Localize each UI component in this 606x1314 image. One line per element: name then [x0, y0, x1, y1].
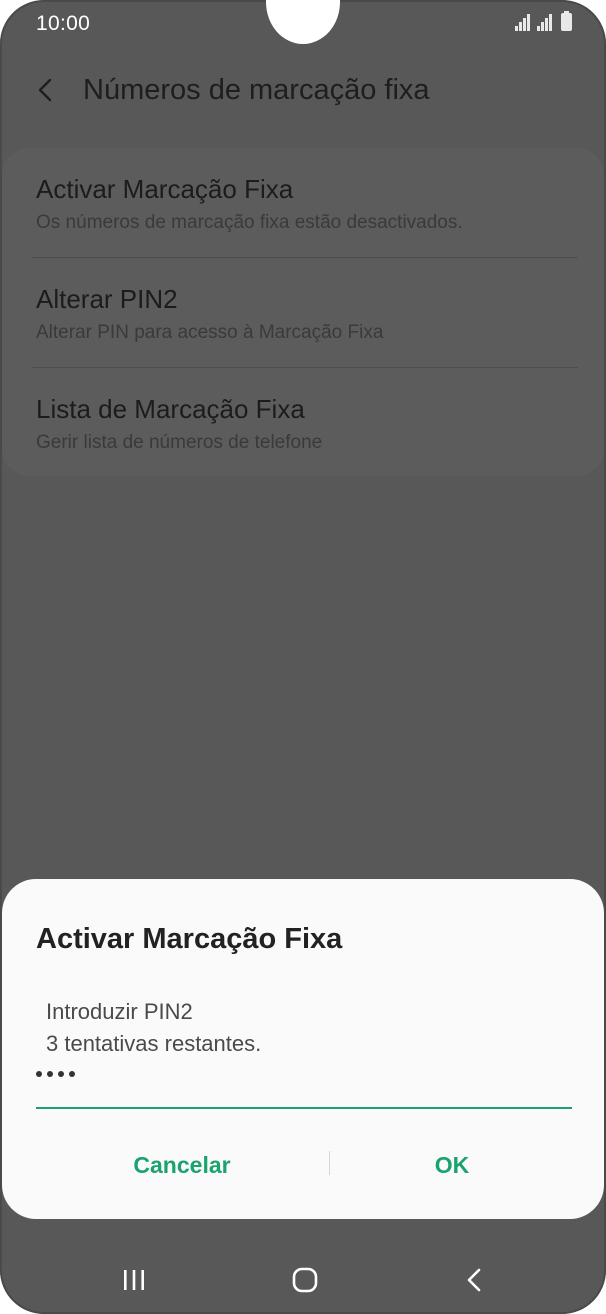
nav-back-icon[interactable]: [460, 1264, 490, 1296]
setting-activate-fdn[interactable]: Activar Marcação Fixa Os números de marc…: [36, 148, 576, 258]
pin-dot: [58, 1071, 64, 1077]
signal-icon: [537, 13, 555, 31]
pin-dot: [36, 1071, 42, 1077]
cancel-button[interactable]: Cancelar: [62, 1141, 302, 1189]
setting-fdn-list[interactable]: Lista de Marcação Fixa Gerir lista de nú…: [36, 368, 576, 478]
home-icon[interactable]: [289, 1264, 321, 1296]
setting-subtitle: Gerir lista de números de telefone: [36, 432, 323, 453]
setting-subtitle: Alterar PIN para acesso à Marcação Fixa: [36, 322, 384, 343]
dialog-message: Introduzir PIN2: [46, 999, 193, 1024]
app-bar: Números de marcação fixa: [0, 60, 606, 120]
status-icons: [515, 11, 572, 31]
settings-card: Activar Marcação Fixa Os números de marc…: [2, 148, 604, 476]
setting-subtitle: Os números de marcação fixa estão desact…: [36, 212, 463, 233]
signal-icon: [515, 13, 533, 31]
navigation-bar: [0, 1244, 606, 1314]
pin-dot: [69, 1071, 75, 1077]
setting-title: Alterar PIN2: [36, 284, 178, 314]
back-arrow-icon[interactable]: [30, 72, 66, 108]
pin2-dialog: Activar Marcação Fixa Introduzir PIN2 3 …: [2, 879, 604, 1219]
pin-masked-value: [36, 1071, 75, 1077]
setting-change-pin2[interactable]: Alterar PIN2 Alterar PIN para acesso à M…: [36, 258, 576, 368]
status-time: 10:00: [36, 12, 91, 35]
button-separator: [329, 1151, 330, 1175]
pin-dot: [47, 1071, 53, 1077]
pin2-input[interactable]: [36, 1065, 572, 1109]
setting-title: Activar Marcação Fixa: [36, 174, 294, 204]
page-title: Números de marcação fixa: [83, 74, 430, 106]
ok-button[interactable]: OK: [332, 1141, 572, 1189]
setting-title: Lista de Marcação Fixa: [36, 394, 305, 424]
dialog-title: Activar Marcação Fixa: [36, 923, 343, 955]
battery-icon: [561, 11, 572, 31]
recents-icon[interactable]: [119, 1268, 149, 1292]
camera-notch: [266, 0, 340, 44]
phone-screen: 10:00 Números de marcação fixa Activar M…: [0, 0, 606, 1314]
dialog-attempts-remaining: 3 tentativas restantes.: [46, 1031, 262, 1056]
